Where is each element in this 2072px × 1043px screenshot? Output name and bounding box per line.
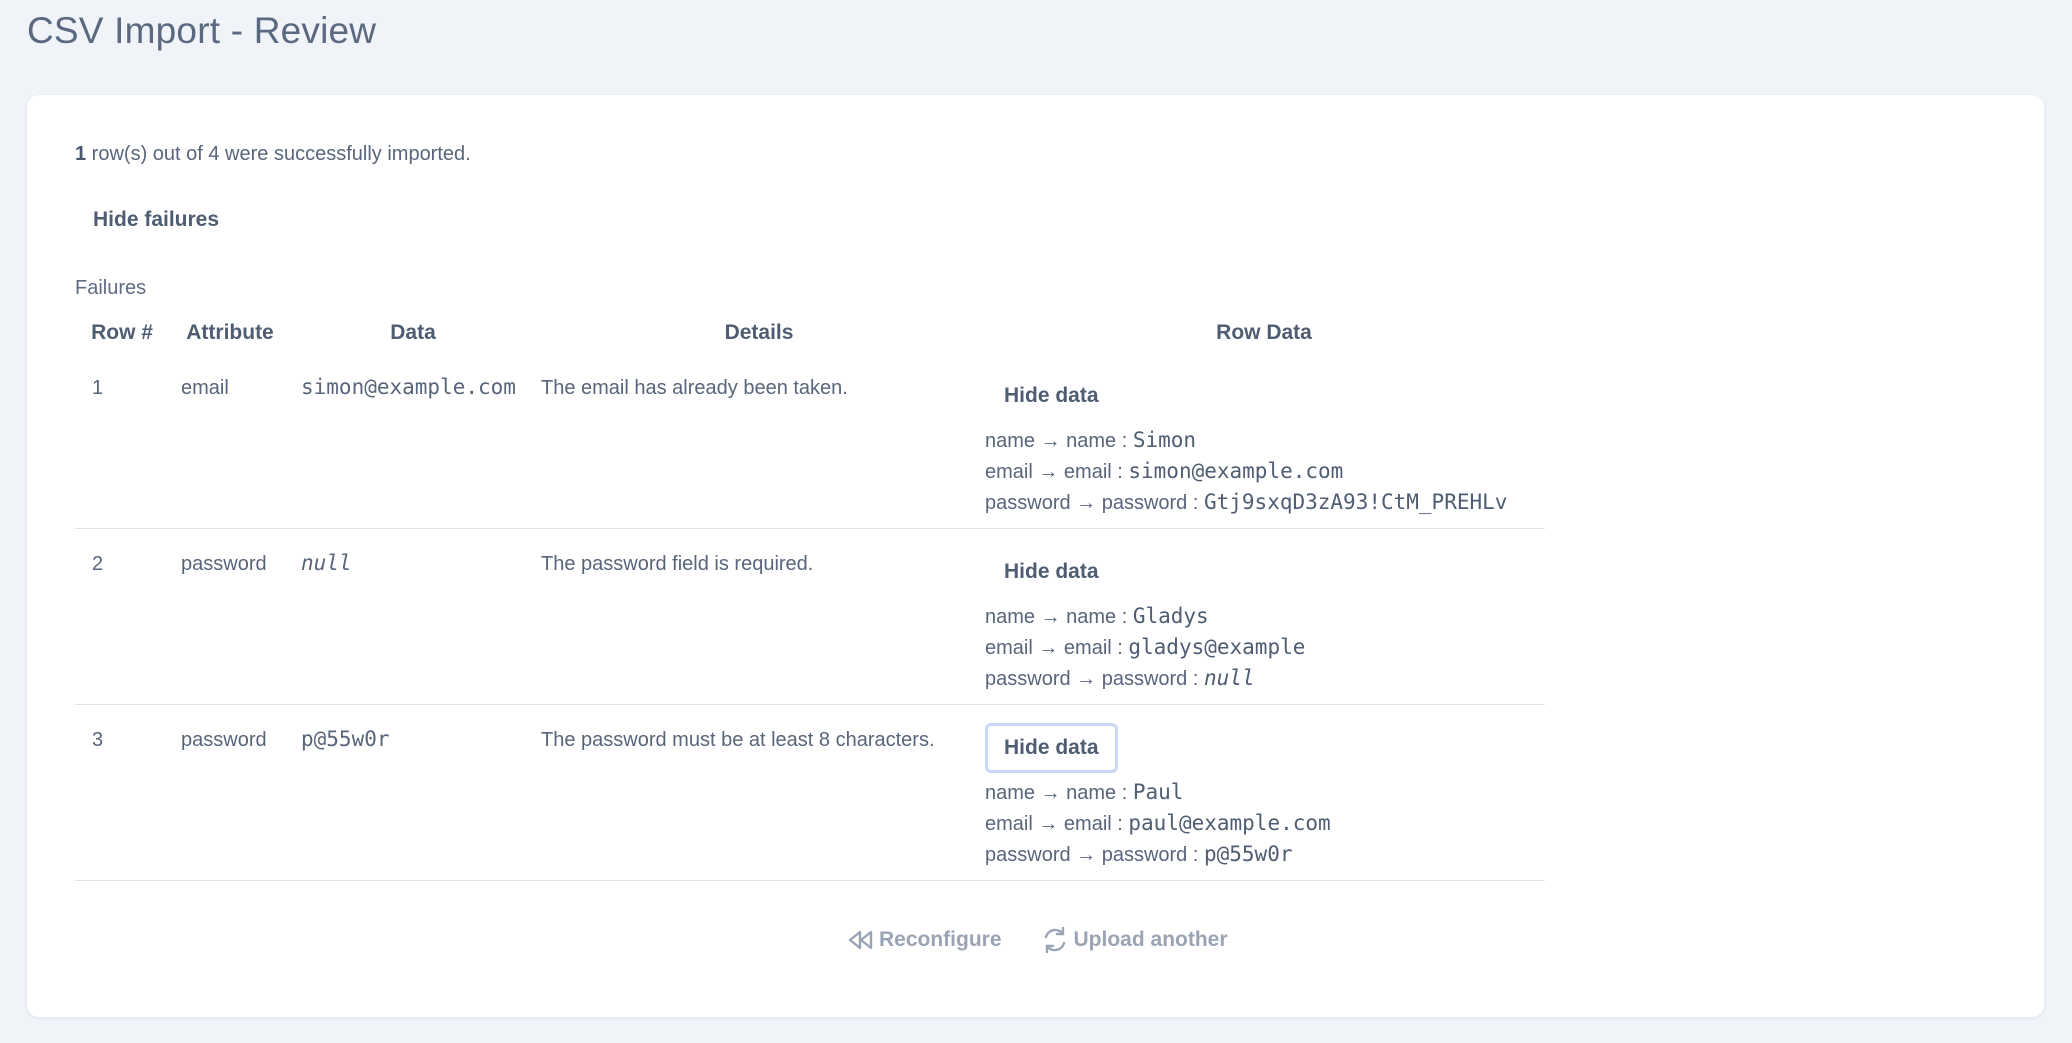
- mapping-label: password → password :: [985, 492, 1204, 514]
- reconfigure-button[interactable]: Reconfigure: [847, 928, 1002, 952]
- table-row: 3 password p@55w0r The password must be …: [75, 704, 1545, 881]
- summary-text: row(s) out of 4 were successfully import…: [86, 143, 471, 165]
- mapping-value: null: [1203, 666, 1255, 690]
- row-data-line: name → name : Gladys: [985, 601, 1545, 632]
- mapping-label: name → name :: [985, 782, 1133, 804]
- row-number: 2: [75, 528, 169, 705]
- mapping-label: email → email :: [985, 637, 1129, 659]
- row-data-cell: Hide data name → name : Gladys email → e…: [983, 528, 1545, 705]
- row-data-line: name → name : Paul: [985, 777, 1545, 808]
- header-row-data: Row Data: [1216, 321, 1312, 344]
- mapping-label: password → password :: [985, 844, 1204, 866]
- table-row: 2 password null The password field is re…: [75, 528, 1545, 705]
- row-data-line: password → password : Gtj9sxqD3zA93!CtM_…: [985, 487, 1545, 518]
- row-data-line: email → email : paul@example.com: [985, 808, 1545, 839]
- hide-data-button[interactable]: Hide data: [985, 371, 1118, 421]
- row-data-line: email → email : gladys@example: [985, 632, 1545, 663]
- upload-another-button[interactable]: Upload another: [1040, 925, 1228, 955]
- attribute-cell: password: [169, 704, 291, 881]
- row-data-line: password → password : null: [985, 663, 1545, 694]
- mapping-label: email → email :: [985, 461, 1129, 483]
- failures-caption: Failures: [75, 277, 147, 299]
- reconfigure-label: Reconfigure: [879, 928, 1002, 951]
- refresh-icon: [1040, 925, 1070, 955]
- header-row-number: Row #: [91, 321, 153, 344]
- mapping-value: simon@example.com: [1128, 459, 1344, 483]
- table-header-row: Row # Attribute Data Details Row Data: [75, 313, 1545, 353]
- mapping-value: Paul: [1132, 780, 1184, 804]
- details-cell: The password field is required.: [535, 528, 983, 705]
- page-title: CSV Import - Review: [27, 10, 377, 51]
- row-number: 3: [75, 704, 169, 881]
- mapping-label: name → name :: [985, 430, 1133, 452]
- hide-data-button[interactable]: Hide data: [985, 547, 1118, 597]
- details-cell: The email has already been taken.: [535, 353, 983, 529]
- imported-count: 1: [75, 143, 87, 165]
- mapping-value: Gtj9sxqD3zA93!CtM_PREHLv: [1203, 490, 1508, 514]
- row-number: 1: [75, 353, 169, 529]
- header-attribute: Attribute: [186, 321, 274, 344]
- mapping-value: gladys@example: [1128, 635, 1306, 659]
- mapping-label: password → password :: [985, 668, 1204, 690]
- rewind-icon: [847, 928, 875, 952]
- row-data-line: email → email : simon@example.com: [985, 456, 1545, 487]
- attribute-cell: email: [169, 353, 291, 529]
- row-data-line: name → name : Simon: [985, 425, 1545, 456]
- upload-another-label: Upload another: [1073, 928, 1228, 951]
- import-summary: 1 row(s) out of 4 were successfully impo…: [75, 143, 471, 166]
- table-row: 1 email simon@example.com The email has …: [75, 353, 1545, 529]
- row-data-cell: Hide data name → name : Simon email → em…: [983, 353, 1545, 529]
- data-cell: null: [291, 528, 535, 705]
- row-data-cell: Hide data name → name : Paul email → ema…: [983, 704, 1545, 881]
- row-data-line: password → password : p@55w0r: [985, 839, 1545, 870]
- mapping-label: name → name :: [985, 606, 1133, 628]
- failures-table: Row # Attribute Data Details Row Data 1 …: [75, 313, 1545, 881]
- attribute-cell: password: [169, 528, 291, 705]
- data-cell: simon@example.com: [291, 353, 535, 529]
- header-details: Details: [724, 321, 794, 344]
- mapping-value: paul@example.com: [1128, 811, 1331, 835]
- mapping-label: email → email :: [985, 813, 1129, 835]
- hide-failures-button[interactable]: Hide failures: [93, 208, 219, 232]
- review-card: 1 row(s) out of 4 were successfully impo…: [27, 95, 2044, 1017]
- mapping-value: Gladys: [1132, 604, 1209, 628]
- mapping-value: Simon: [1132, 428, 1197, 452]
- data-cell: p@55w0r: [291, 704, 535, 881]
- mapping-value: p@55w0r: [1203, 842, 1293, 866]
- footer-actions: Reconfigure Upload another: [847, 925, 1228, 955]
- hide-data-button[interactable]: Hide data: [985, 723, 1118, 773]
- header-data: Data: [390, 321, 436, 344]
- details-cell: The password must be at least 8 characte…: [535, 704, 983, 881]
